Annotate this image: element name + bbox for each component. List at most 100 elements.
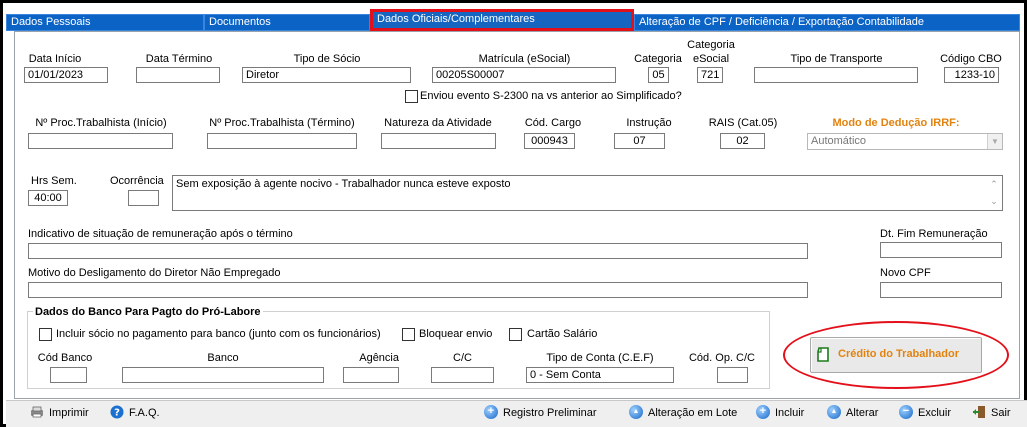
instrucao-field[interactable] xyxy=(614,133,665,149)
categoria-label: Categoria xyxy=(634,53,682,65)
chevron-down-icon[interactable]: ▼ xyxy=(987,134,1002,149)
proc-termino-label: Nº Proc.Trabalhista (Término) xyxy=(209,117,355,129)
footer-toolbar: Imprimir ? F.A.Q. Registro Preliminar Al… xyxy=(6,400,1027,427)
banco-field[interactable] xyxy=(122,367,324,383)
categoria-esocial-label-2: eSocial xyxy=(692,53,730,65)
categoria-esocial-label-1: Categoria xyxy=(687,39,735,51)
s2300-checkbox[interactable] xyxy=(405,90,418,103)
svg-text:?: ? xyxy=(114,408,120,419)
proc-inicio-label: Nº Proc.Trabalhista (Início) xyxy=(35,117,167,129)
data-inicio-field[interactable] xyxy=(24,67,108,83)
window-frame: Dados Pessoais Documentos Alteração de C… xyxy=(0,0,1027,427)
cod-cargo-label: Cód. Cargo xyxy=(524,117,582,129)
agencia-label: Agência xyxy=(359,352,399,364)
instrucao-label: Instrução xyxy=(626,117,672,129)
tab-dados-pessoais[interactable]: Dados Pessoais xyxy=(6,14,204,31)
categoria-field[interactable] xyxy=(648,67,669,83)
rais-label: RAIS (Cat.05) xyxy=(708,117,778,129)
agencia-field[interactable] xyxy=(343,367,399,383)
motivo-field[interactable] xyxy=(28,282,808,298)
codigo-cbo-field[interactable] xyxy=(944,67,999,83)
faq-label: F.A.Q. xyxy=(129,407,160,419)
alterar-label: Alterar xyxy=(846,407,879,419)
natureza-label: Natureza da Atividade xyxy=(384,117,492,129)
incluir-button[interactable]: Incluir xyxy=(756,401,804,426)
plus-icon xyxy=(756,405,770,420)
cod-op-label: Cód. Op. C/C xyxy=(688,352,756,364)
tipo-socio-field[interactable] xyxy=(242,67,411,83)
motivo-label: Motivo do Desligamento do Diretor Não Em… xyxy=(28,267,281,279)
hrs-sem-label: Hrs Sem. xyxy=(31,175,77,187)
cartao-salario-checkbox[interactable] xyxy=(509,328,522,341)
bloquear-envio-label: Bloquear envio xyxy=(419,328,493,340)
incluir-socio-label: Incluir sócio no pagamento para banco (j… xyxy=(56,328,381,340)
modo-deducao-select[interactable]: Automático ▼ xyxy=(807,133,1003,150)
tab-alteracao-cpf[interactable]: Alteração de CPF / Deficiência / Exporta… xyxy=(634,14,1020,31)
dt-fim-rem-label: Dt. Fim Remuneração xyxy=(880,228,988,240)
cod-cargo-field[interactable] xyxy=(524,133,575,149)
natureza-field[interactable] xyxy=(381,133,496,149)
alterar-button[interactable]: Alterar xyxy=(827,401,878,426)
tab-dados-oficiais[interactable]: Dados Oficiais/Complementares xyxy=(370,9,634,31)
imprimir-label: Imprimir xyxy=(49,407,89,419)
bloquear-envio-checkbox[interactable] xyxy=(402,328,415,341)
imprimir-button[interactable]: Imprimir xyxy=(30,401,89,426)
matricula-field[interactable] xyxy=(432,67,616,83)
scroll-up-icon[interactable]: ⌃ xyxy=(986,179,1002,190)
cod-op-field[interactable] xyxy=(717,367,748,383)
modo-deducao-label: Modo de Dedução IRRF: xyxy=(832,117,960,129)
help-icon: ? xyxy=(110,405,124,419)
indicativo-field[interactable] xyxy=(28,243,808,259)
indicativo-label: Indicativo de situação de remuneração ap… xyxy=(28,228,293,240)
matricula-label: Matrícula (eSocial) xyxy=(478,53,571,65)
incluir-label: Incluir xyxy=(775,407,805,419)
ocorrencia-field[interactable] xyxy=(128,190,159,206)
tipo-socio-label: Tipo de Sócio xyxy=(293,53,361,65)
incluir-socio-checkbox[interactable] xyxy=(39,328,52,341)
highlight-ellipse xyxy=(783,321,1009,389)
plus-icon xyxy=(484,405,498,420)
scroll-down-icon[interactable]: ⌄ xyxy=(986,196,1002,207)
cc-label: C/C xyxy=(453,352,472,364)
tipo-transporte-field[interactable] xyxy=(754,67,918,83)
novo-cpf-field[interactable] xyxy=(880,282,1002,298)
codigo-cbo-label: Código CBO xyxy=(940,53,1002,65)
tipo-transporte-label: Tipo de Transporte xyxy=(790,53,883,65)
proc-termino-field[interactable] xyxy=(207,133,357,149)
excluir-button[interactable]: Excluir xyxy=(899,401,951,426)
exit-door-icon xyxy=(973,406,985,419)
cartao-salario-label: Cartão Salário xyxy=(527,328,598,340)
arrow-up-icon xyxy=(629,405,643,420)
ocorrencia-description[interactable]: Sem exposição à agente nocivo - Trabalha… xyxy=(172,175,1003,211)
cod-banco-label: Cód Banco xyxy=(37,352,93,364)
tab-documentos[interactable]: Documentos xyxy=(204,14,370,31)
sair-button[interactable]: Sair xyxy=(972,401,1011,426)
banco-label: Banco xyxy=(207,352,239,364)
hrs-sem-field[interactable] xyxy=(28,190,68,206)
cc-field[interactable] xyxy=(431,367,494,383)
faq-button[interactable]: ? F.A.Q. xyxy=(110,401,160,426)
minus-icon xyxy=(899,405,913,420)
data-termino-field[interactable] xyxy=(136,67,220,83)
alteracao-lote-button[interactable]: Alteração em Lote xyxy=(629,401,737,426)
modo-deducao-value: Automático xyxy=(811,135,867,147)
ocorrencia-label: Ocorrência xyxy=(110,175,164,187)
banco-group-title: Dados do Banco Para Pagto do Pró-Labore xyxy=(33,306,263,318)
cod-banco-field[interactable] xyxy=(50,367,87,383)
excluir-label: Excluir xyxy=(918,407,952,419)
tab-bar: Dados Pessoais Documentos Alteração de C… xyxy=(6,9,1020,31)
alteracao-lote-label: Alteração em Lote xyxy=(648,407,738,419)
categoria-esocial-field[interactable] xyxy=(697,67,723,83)
registro-label: Registro Preliminar xyxy=(503,407,597,419)
registro-preliminar-button[interactable]: Registro Preliminar xyxy=(484,401,597,426)
proc-inicio-field[interactable] xyxy=(28,133,173,149)
rais-field[interactable] xyxy=(720,133,765,149)
printer-icon xyxy=(31,406,43,418)
tipo-conta-field[interactable] xyxy=(526,367,674,383)
dt-fim-rem-field[interactable] xyxy=(880,242,1002,258)
tipo-conta-label: Tipo de Conta (C.E.F) xyxy=(546,352,654,364)
memo-scrollbar[interactable]: ⌃ ⌄ xyxy=(986,176,1002,210)
arrow-up-icon xyxy=(827,405,841,420)
sair-label: Sair xyxy=(991,407,1011,419)
s2300-label: Enviou evento S-2300 na vs anterior ao S… xyxy=(420,90,682,102)
